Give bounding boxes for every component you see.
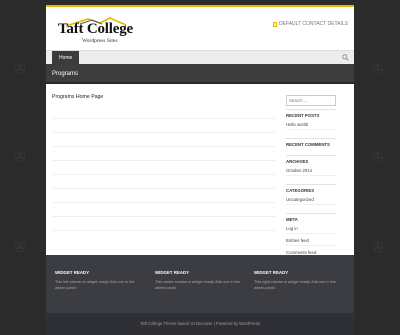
sidebar-link[interactable]: Entries feed: [286, 238, 336, 246]
footer-widget-text: This right column is widget ready! Add o…: [254, 280, 336, 290]
main-navigation: Home: [46, 50, 354, 65]
document-icon: [273, 21, 277, 27]
recent-posts-widget: RECENT POSTS Hello world!: [286, 109, 336, 138]
footer-widget-title: WIDGET READY: [55, 270, 90, 275]
recent-comments-widget: RECENT COMMENTS: [286, 138, 336, 155]
widget-heading: CATEGORIES: [286, 188, 315, 193]
sidebar-link[interactable]: Log in: [286, 226, 336, 234]
post-title-link[interactable]: Programs Home Page: [52, 94, 103, 100]
page-title-bar: Programs: [46, 64, 354, 84]
footer-widget-left: WIDGET READY This left column is widget …: [55, 270, 145, 291]
background-pattern-icon: ✇: [372, 150, 384, 166]
sidebar: RECENT POSTS Hello world! RECENT COMMENT…: [286, 89, 336, 278]
content-divider: [52, 133, 276, 147]
widget-heading: META: [286, 217, 298, 222]
background-pattern-icon: ✇: [14, 240, 26, 256]
site-header: Taft College Wordpress Sites DEFAULT CON…: [46, 7, 354, 50]
sidebar-search-input[interactable]: [286, 95, 336, 106]
background-pattern-icon: ✇: [372, 62, 384, 78]
sidebar-link[interactable]: October 2014: [286, 168, 336, 176]
archives-widget: ARCHIVES October 2014: [286, 155, 336, 184]
background-pattern-icon: ✇: [14, 62, 26, 78]
widget-heading: RECENT COMMENTS: [286, 142, 330, 147]
footer-widget-right: WIDGET READY This right column is widget…: [254, 270, 344, 291]
content-divider: [52, 147, 276, 161]
background-pattern-icon: ✇: [14, 150, 26, 166]
content-divider: [52, 161, 276, 175]
categories-widget: CATEGORIES Uncategorized: [286, 184, 336, 213]
footer-credits: Taft College Theme based on Decouse | Po…: [46, 313, 354, 335]
widget-heading: RECENT POSTS: [286, 113, 320, 118]
logo-subtitle: Wordpress Sites: [82, 38, 118, 44]
page-title: Programs: [52, 71, 79, 77]
nav-item-home[interactable]: Home: [52, 51, 80, 65]
footer-widget-text: This center column is widget ready! Add …: [155, 280, 240, 290]
search-icon[interactable]: [342, 54, 349, 61]
logo-title: Taft College: [58, 21, 133, 37]
footer-widget-text: This left column is widget ready! Add on…: [55, 280, 135, 290]
content-divider: [52, 189, 276, 203]
widget-heading: ARCHIVES: [286, 159, 309, 164]
site-container: Taft College Wordpress Sites DEFAULT CON…: [46, 5, 354, 335]
site-logo[interactable]: Taft College Wordpress Sites: [58, 17, 146, 47]
footer-widgets: WIDGET READY This left column is widget …: [46, 255, 354, 313]
sidebar-link[interactable]: Hello world!: [286, 122, 336, 130]
footer-widget-center: WIDGET READY This center column is widge…: [155, 270, 245, 291]
content-divider: [52, 175, 276, 189]
footer-widget-title: WIDGET READY: [155, 270, 190, 275]
contact-details-link[interactable]: DEFAULT CONTACT DETAILS: [273, 21, 348, 27]
contact-details-label: DEFAULT CONTACT DETAILS: [279, 21, 348, 27]
sidebar-link[interactable]: Uncategorized: [286, 197, 336, 205]
content-divider: [52, 105, 276, 119]
content-divider: [52, 119, 276, 133]
background-pattern-icon: ✇: [372, 240, 384, 256]
content-area: [52, 105, 276, 231]
content-divider: [52, 217, 276, 231]
main-content: Programs Home Page RECENT POSTS Hello wo…: [46, 84, 354, 270]
footer-widget-title: WIDGET READY: [254, 270, 289, 275]
content-divider: [52, 203, 276, 217]
